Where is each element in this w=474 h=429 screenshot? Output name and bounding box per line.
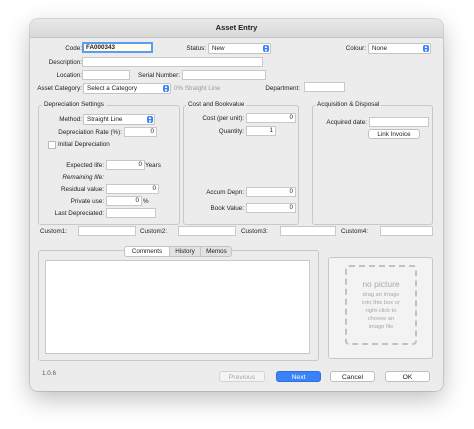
- custom3-label: Custom3:: [241, 228, 268, 235]
- depreciation-rate-label: Depreciation Rate (%):: [58, 129, 122, 136]
- asset-category-popup[interactable]: Select a Category ▲ ▼: [83, 83, 171, 94]
- book-value-label: Book Value:: [210, 205, 245, 212]
- initial-depreciation-label: Initial Depreciation: [58, 141, 110, 148]
- custom4-field[interactable]: [380, 226, 433, 236]
- status-label: Status:: [186, 45, 206, 52]
- custom1-label: Custom1:: [40, 228, 67, 235]
- quantity-label: Quantity:: [218, 128, 244, 135]
- private-use-unit: %: [143, 198, 149, 205]
- custom3-field[interactable]: [280, 226, 336, 236]
- acquired-date-label: Acquired date:: [326, 119, 367, 126]
- status-value: New: [212, 45, 225, 52]
- cost-label: Cost (per unit):: [202, 115, 244, 122]
- accum-depn-label: Accum Depn:: [206, 189, 244, 196]
- chevron-updown-icon: ▲ ▼: [147, 115, 153, 124]
- chevron-updown-icon: ▲ ▼: [163, 84, 169, 93]
- version-label: 1.0.6: [42, 370, 57, 377]
- book-value-field[interactable]: 0: [246, 203, 296, 213]
- colour-label: Colour:: [345, 45, 366, 52]
- custom2-label: Custom2:: [140, 228, 167, 235]
- picture-hint-line-1: drag an image: [362, 292, 400, 298]
- custom2-field[interactable]: [178, 226, 236, 236]
- cost-group-title: Cost and Bookvalue: [186, 101, 247, 109]
- asset-category-label: Asset Category:: [37, 85, 82, 92]
- expected-life-field[interactable]: 0: [106, 160, 145, 170]
- notes-tab-bar: Comments History Memos: [124, 246, 232, 257]
- acquisition-group-title: Acquisition & Disposal: [315, 101, 382, 109]
- custom1-field[interactable]: [78, 226, 136, 236]
- remaining-life-label: Remaining life:: [62, 174, 104, 181]
- method-popup[interactable]: Straight Line ▲ ▼: [83, 114, 155, 125]
- method-label: Method:: [59, 116, 82, 123]
- cancel-button[interactable]: Cancel: [330, 371, 375, 382]
- last-depreciated-label: Last Depreciated:: [54, 210, 104, 217]
- department-field[interactable]: [304, 82, 345, 92]
- no-picture-title: no picture: [362, 279, 400, 289]
- last-depreciated-field[interactable]: [106, 208, 156, 218]
- tab-comments[interactable]: Comments: [125, 247, 169, 256]
- tab-history[interactable]: History: [169, 247, 200, 256]
- method-value: Straight Line: [87, 116, 123, 123]
- next-button[interactable]: Next: [276, 371, 321, 382]
- colour-popup[interactable]: None ▲ ▼: [368, 43, 431, 54]
- accum-depn-field[interactable]: 0: [246, 187, 296, 197]
- picture-hint-line-4: choose an: [367, 316, 395, 322]
- cost-field[interactable]: 0: [246, 113, 296, 123]
- chevron-updown-icon: ▲ ▼: [263, 44, 269, 53]
- colour-value: None: [372, 45, 388, 52]
- description-label: Description:: [48, 59, 82, 66]
- asset-category-value: Select a Category: [87, 85, 138, 92]
- location-field[interactable]: [82, 70, 130, 80]
- status-popup[interactable]: New ▲ ▼: [208, 43, 271, 54]
- location-label: Location:: [56, 72, 82, 79]
- serial-number-label: Serial Number:: [138, 72, 180, 79]
- previous-button[interactable]: Previous: [219, 371, 265, 382]
- ok-button[interactable]: OK: [385, 371, 430, 382]
- serial-number-field[interactable]: [182, 70, 266, 80]
- acquired-date-field[interactable]: [369, 117, 429, 127]
- window-title: Asset Entry: [30, 19, 443, 38]
- link-invoice-button[interactable]: Link Invoice: [368, 129, 420, 139]
- picture-hint-line-5: image file: [368, 324, 394, 330]
- private-use-label: Private use:: [70, 198, 104, 205]
- category-hint: 0% Straight Line: [174, 85, 221, 92]
- expected-life-label: Expected life:: [66, 162, 104, 169]
- description-field[interactable]: [82, 57, 263, 67]
- residual-value-field[interactable]: 0: [106, 184, 159, 194]
- chevron-updown-icon: ▲ ▼: [423, 44, 429, 53]
- comments-textarea[interactable]: [45, 260, 310, 354]
- depreciation-rate-field[interactable]: 0: [124, 127, 157, 137]
- custom4-label: Custom4:: [341, 228, 368, 235]
- depreciation-group-title: Depreciation Settings: [42, 101, 106, 109]
- private-use-field[interactable]: 0: [106, 196, 142, 206]
- initial-depreciation-checkbox[interactable]: [48, 141, 56, 149]
- picture-hint-line-2: into this box or: [362, 300, 400, 306]
- picture-hint-line-3: right-click to: [365, 308, 397, 314]
- tab-memos[interactable]: Memos: [200, 247, 231, 256]
- asset-entry-window: Asset Entry Code: FA000343 Status: New ▲…: [30, 19, 443, 391]
- code-label: Code:: [65, 45, 82, 52]
- code-field[interactable]: FA000343: [82, 42, 153, 53]
- residual-value-label: Residual value:: [60, 186, 104, 193]
- expected-life-unit: Years: [145, 162, 161, 169]
- department-label: Department:: [265, 85, 300, 92]
- quantity-field[interactable]: 1: [246, 126, 276, 136]
- picture-dropzone[interactable]: no picture drag an image into this box o…: [345, 265, 417, 345]
